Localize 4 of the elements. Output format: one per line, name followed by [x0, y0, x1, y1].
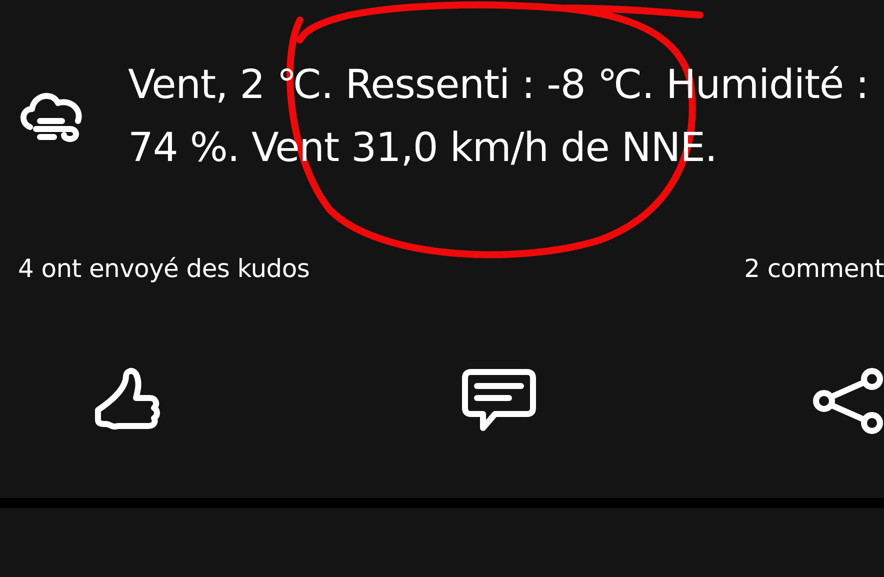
kudos-count[interactable]: 4 ont envoyé des kudos	[18, 252, 310, 286]
comment-icon[interactable]	[461, 368, 537, 434]
share-icon[interactable]	[812, 368, 884, 434]
comment-count[interactable]: 2 comment	[744, 252, 884, 286]
